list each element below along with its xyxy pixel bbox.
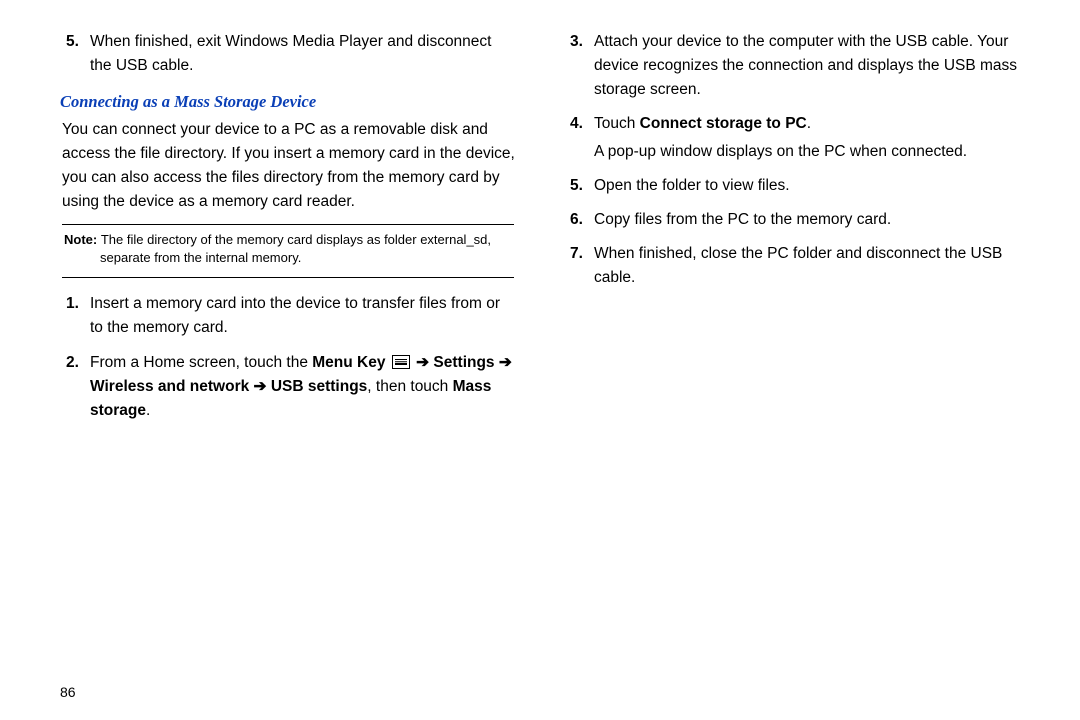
list-number: 5. — [60, 30, 90, 54]
list-text: From a Home screen, touch the Menu Key ➔… — [90, 351, 516, 423]
note-box: Note: The file directory of the memory c… — [62, 224, 514, 278]
list-number: 7. — [564, 242, 594, 266]
usb-settings-label: USB settings — [271, 378, 367, 395]
right-list-item-3: 3. Attach your device to the computer wi… — [564, 30, 1020, 102]
settings-label: Settings — [433, 354, 494, 371]
intro-paragraph: You can connect your device to a PC as a… — [62, 118, 516, 214]
note-label: Note: — [64, 232, 101, 247]
list-number: 1. — [60, 292, 90, 316]
left-list-item-2: 2. From a Home screen, touch the Menu Ke… — [60, 351, 516, 423]
list-number: 4. — [564, 112, 594, 136]
right-list-item-4: 4. Touch Connect storage to PC. A pop-up… — [564, 112, 1020, 164]
list-text: Copy files from the PC to the memory car… — [594, 208, 1020, 232]
note-body: The file directory of the memory card di… — [100, 232, 491, 265]
list-text: Attach your device to the computer with … — [594, 30, 1020, 102]
section-heading: Connecting as a Mass Storage Device — [60, 92, 516, 112]
left-list-item-1: 1. Insert a memory card into the device … — [60, 292, 516, 340]
note-content: Note: The file directory of the memory c… — [64, 231, 512, 267]
menu-key-label: Menu Key — [312, 354, 385, 371]
right-list-item-7: 7. When finished, close the PC folder an… — [564, 242, 1020, 290]
list-text: Insert a memory card into the device to … — [90, 292, 516, 340]
list-number: 2. — [60, 351, 90, 375]
touch-text: Touch — [594, 115, 640, 132]
list-text: Touch Connect storage to PC. A pop-up wi… — [594, 112, 1020, 164]
menu-key-icon — [392, 355, 410, 369]
right-column: 3. Attach your device to the computer wi… — [564, 30, 1020, 433]
list-text: Open the folder to view files. — [594, 174, 1020, 198]
connect-storage-label: Connect storage to PC — [640, 115, 807, 132]
then-touch-text: , then touch — [367, 378, 452, 395]
right-list-item-6: 6. Copy files from the PC to the memory … — [564, 208, 1020, 232]
popup-text: A pop-up window displays on the PC when … — [594, 143, 967, 160]
arrow-icon: ➔ — [412, 354, 434, 371]
list-number: 6. — [564, 208, 594, 232]
left-list-item-5: 5. When finished, exit Windows Media Pla… — [60, 30, 516, 78]
arrow-icon: ➔ — [499, 354, 512, 371]
page-number: 86 — [60, 684, 76, 700]
list-number: 5. — [564, 174, 594, 198]
two-column-layout: 5. When finished, exit Windows Media Pla… — [60, 30, 1020, 433]
left-column: 5. When finished, exit Windows Media Pla… — [60, 30, 516, 433]
list-text: When finished, exit Windows Media Player… — [90, 30, 516, 78]
arrow-icon: ➔ — [249, 378, 271, 395]
manual-page: 5. When finished, exit Windows Media Pla… — [0, 0, 1080, 720]
period: . — [807, 115, 811, 132]
step2-pre: From a Home screen, touch the — [90, 354, 312, 371]
list-number: 3. — [564, 30, 594, 54]
wireless-label: Wireless and network — [90, 378, 249, 395]
period: . — [146, 402, 150, 419]
list-text: When finished, close the PC folder and d… — [594, 242, 1020, 290]
right-list-item-5: 5. Open the folder to view files. — [564, 174, 1020, 198]
